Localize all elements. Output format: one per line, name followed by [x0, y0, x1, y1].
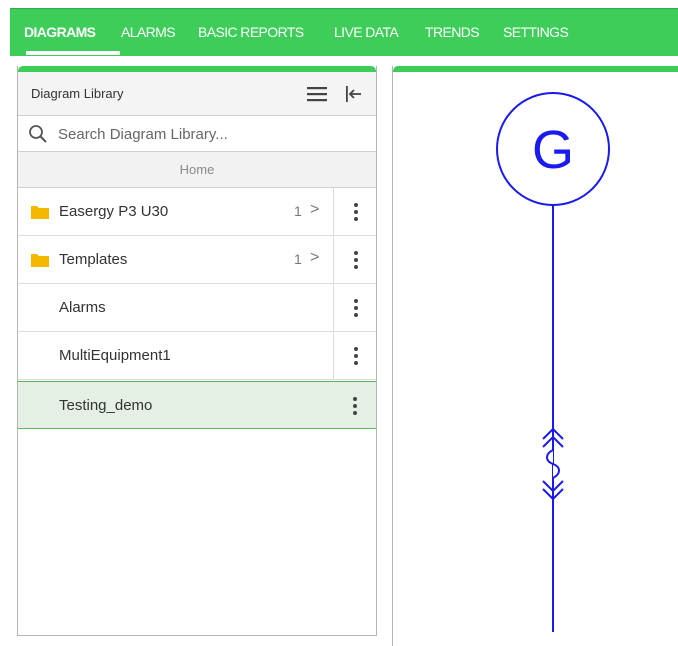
search-icon [28, 124, 48, 144]
list-item-easergy-p3-u30[interactable]: Easergy P3 U30 1 > [18, 188, 376, 236]
kebab-icon [353, 397, 357, 415]
tab-alarms[interactable]: ALARMS [121, 24, 176, 40]
generator-symbol[interactable]: G [496, 92, 610, 206]
kebab-icon [354, 347, 358, 365]
kebab-icon [354, 203, 358, 221]
folder-icon [31, 205, 49, 219]
diagram-canvas[interactable]: G [392, 66, 678, 646]
list-item-alarms[interactable]: Alarms [18, 284, 376, 332]
item-options-button[interactable] [333, 332, 377, 379]
tab-diagrams[interactable]: DIAGRAMS [24, 24, 96, 40]
item-options-button[interactable] [333, 236, 377, 283]
tab-live-data[interactable]: LIVE DATA [334, 24, 399, 40]
kebab-icon [354, 299, 358, 317]
item-options-button[interactable] [333, 188, 377, 235]
breadcrumb-home[interactable]: Home [18, 152, 376, 188]
chevron-right-icon[interactable]: > [310, 201, 319, 219]
list-item-label: Testing_demo [59, 397, 153, 414]
chevron-right-icon[interactable]: > [310, 249, 319, 267]
tab-basic-reports[interactable]: BASIC REPORTS [198, 24, 304, 40]
kebab-icon [354, 251, 358, 269]
list-item-label: Templates [59, 251, 128, 268]
tab-settings[interactable]: SETTINGS [503, 24, 569, 40]
collapse-left-icon[interactable] [344, 84, 364, 104]
item-count: 1 [294, 251, 302, 267]
single-line-diagram: G [496, 92, 610, 632]
list-item-testing-demo[interactable]: Testing_demo [18, 381, 376, 429]
item-count: 1 [294, 203, 302, 219]
panel-header: Diagram Library [18, 72, 376, 116]
list-item-templates[interactable]: Templates 1 > [18, 236, 376, 284]
menu-icon[interactable] [307, 86, 327, 102]
active-tab-indicator [26, 51, 120, 55]
tab-trends[interactable]: TRENDS [425, 24, 480, 40]
list-item-multiequipment1[interactable]: MultiEquipment1 [18, 332, 376, 380]
search-input[interactable] [58, 121, 358, 147]
item-options-button[interactable] [333, 382, 377, 428]
diagram-library-panel: Diagram Library Home [17, 66, 377, 636]
top-nav: DIAGRAMS ALARMS BASIC REPORTS LIVE DATA … [10, 8, 678, 56]
folder-icon [31, 253, 49, 267]
generator-label: G [532, 120, 574, 180]
list-item-label: Easergy P3 U30 [59, 203, 169, 220]
panel-title: Diagram Library [31, 86, 124, 101]
list-item-label: Alarms [59, 299, 106, 316]
item-options-button[interactable] [333, 284, 377, 331]
search-bar [18, 116, 376, 152]
list-item-label: MultiEquipment1 [59, 347, 171, 364]
